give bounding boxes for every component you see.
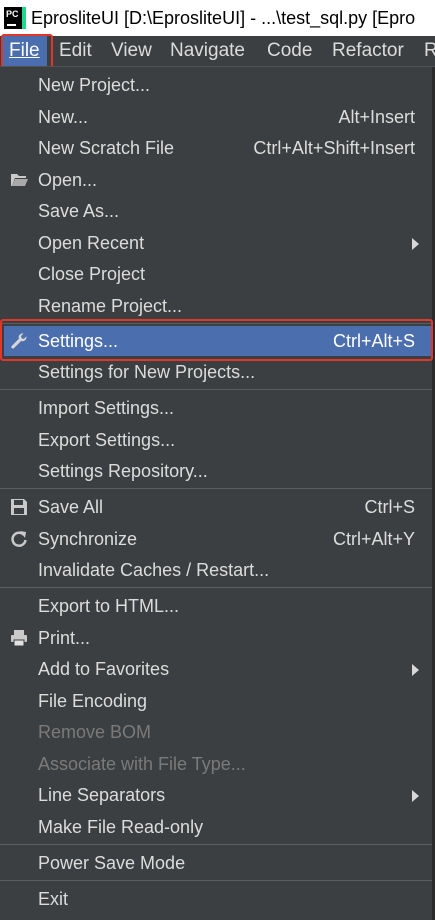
menu-item-add-favorites[interactable]: Add to Favorites xyxy=(4,654,431,684)
menu-edit[interactable]: Edit xyxy=(59,36,92,66)
menu-item-export-settings[interactable]: Export Settings... xyxy=(4,425,431,455)
menu-item-settings-repository[interactable]: Settings Repository... xyxy=(4,456,431,486)
menu-item-settings-new-projects[interactable]: Settings for New Projects... xyxy=(4,357,431,387)
exit-label: Exit xyxy=(38,889,69,909)
chevron-right-icon xyxy=(412,790,419,802)
synchronize-shortcut: Ctrl+Alt+Y xyxy=(332,529,415,549)
menu-item-synchronize[interactable]: Synchronize Ctrl+Alt+Y xyxy=(4,524,431,554)
menu-code[interactable]: Code xyxy=(267,36,312,66)
settings-highlight-box xyxy=(0,319,433,361)
power-save-label: Power Save Mode xyxy=(38,853,186,873)
new-project-label: New Project... xyxy=(38,75,151,95)
remove-bom-label: Remove BOM xyxy=(38,722,152,742)
menu-item-rename-project[interactable]: Rename Project... xyxy=(4,291,431,321)
menu-item-export-html[interactable]: Export to HTML... xyxy=(4,591,431,621)
menu-item-save-as[interactable]: Save As... xyxy=(4,196,431,226)
export-settings-label: Export Settings... xyxy=(38,430,176,450)
file-menu-highlight-box xyxy=(1,34,53,68)
associate-file-type-label: Associate with File Type... xyxy=(38,754,246,774)
open-recent-label: Open Recent xyxy=(38,233,145,253)
invalidate-caches-label: Invalidate Caches / Restart... xyxy=(38,560,270,580)
print-label: Print... xyxy=(38,628,91,648)
menu-item-file-encoding[interactable]: File Encoding xyxy=(4,686,431,716)
pycharm-icon: PC xyxy=(4,7,26,29)
menu-item-new-scratch-file[interactable]: New Scratch File Ctrl+Alt+Shift+Insert xyxy=(4,133,431,163)
close-project-label: Close Project xyxy=(38,264,146,284)
chevron-right-icon xyxy=(412,238,419,250)
add-favorites-label: Add to Favorites xyxy=(38,659,170,679)
menu-item-exit[interactable]: Exit xyxy=(4,884,431,914)
rename-project-label: Rename Project... xyxy=(38,296,183,316)
menu-bar: File Edit View Navigate Code Refactor R xyxy=(0,36,435,66)
menu-item-power-save[interactable]: Power Save Mode xyxy=(4,848,431,878)
app-icon-text: PC xyxy=(6,9,19,19)
menu-item-line-separators[interactable]: Line Separators xyxy=(4,780,431,810)
menu-edit-label: Edit xyxy=(59,40,92,61)
menu-code-label: Code xyxy=(267,40,313,61)
menu-refactor[interactable]: Refactor xyxy=(332,36,404,66)
menu-separator xyxy=(0,488,432,489)
menu-item-remove-bom: Remove BOM xyxy=(4,717,431,747)
menu-item-save-all[interactable]: Save All Ctrl+S xyxy=(4,492,431,522)
line-separators-label: Line Separators xyxy=(38,785,166,805)
new-scratch-label: New Scratch File xyxy=(38,138,175,158)
window-title: EprosliteUI [D:\EprosliteUI] - ...\test_… xyxy=(31,8,416,28)
menu-item-print[interactable]: Print... xyxy=(4,623,431,653)
menu-overflow-label: R xyxy=(424,40,435,61)
menu-item-open[interactable]: Open... xyxy=(4,165,431,195)
floppy-disk-icon xyxy=(11,499,27,515)
menu-separator xyxy=(0,587,432,588)
printer-icon xyxy=(11,630,27,647)
settings-repository-label: Settings Repository... xyxy=(38,461,208,481)
menu-navigate[interactable]: Navigate xyxy=(170,36,245,66)
menu-overflow[interactable]: R xyxy=(424,36,435,66)
file-menu-dropdown: New Project... New... Alt+Insert New Scr… xyxy=(0,66,435,920)
menu-item-close-project[interactable]: Close Project xyxy=(4,259,431,289)
chevron-right-icon xyxy=(412,664,419,676)
menu-separator xyxy=(0,389,432,390)
folder-icon xyxy=(11,174,28,186)
menu-refactor-label: Refactor xyxy=(332,40,404,61)
menu-separator xyxy=(0,880,432,881)
new-shortcut: Alt+Insert xyxy=(338,107,415,127)
open-label: Open... xyxy=(38,170,98,190)
save-as-label: Save As... xyxy=(38,201,120,221)
import-settings-label: Import Settings... xyxy=(38,398,175,418)
menu-item-import-settings[interactable]: Import Settings... xyxy=(4,393,431,423)
window-titlebar: PC EprosliteUI [D:\EprosliteUI] - ...\te… xyxy=(0,0,435,36)
menu-item-new-project[interactable]: New Project... xyxy=(4,70,431,100)
menu-item-associate-file-type: Associate with File Type... xyxy=(4,749,431,779)
save-all-shortcut: Ctrl+S xyxy=(364,497,415,517)
new-label: New... xyxy=(38,107,89,127)
menu-item-open-recent[interactable]: Open Recent xyxy=(4,228,431,258)
settings-new-projects-label: Settings for New Projects... xyxy=(38,362,256,382)
menu-navigate-label: Navigate xyxy=(170,40,245,61)
menu-separator xyxy=(0,844,432,845)
menu-view[interactable]: View xyxy=(111,36,152,66)
new-scratch-shortcut: Ctrl+Alt+Shift+Insert xyxy=(253,138,415,158)
make-read-only-label: Make File Read-only xyxy=(38,817,204,837)
synchronize-label: Synchronize xyxy=(38,529,138,549)
menu-item-new[interactable]: New... Alt+Insert xyxy=(4,102,431,132)
save-all-label: Save All xyxy=(38,497,104,517)
file-encoding-label: File Encoding xyxy=(38,691,148,711)
menu-view-label: View xyxy=(111,40,152,61)
menu-item-invalidate-caches[interactable]: Invalidate Caches / Restart... xyxy=(4,555,431,585)
export-html-label: Export to HTML... xyxy=(38,596,180,616)
menu-item-make-read-only[interactable]: Make File Read-only xyxy=(4,812,431,842)
refresh-icon xyxy=(11,531,27,547)
